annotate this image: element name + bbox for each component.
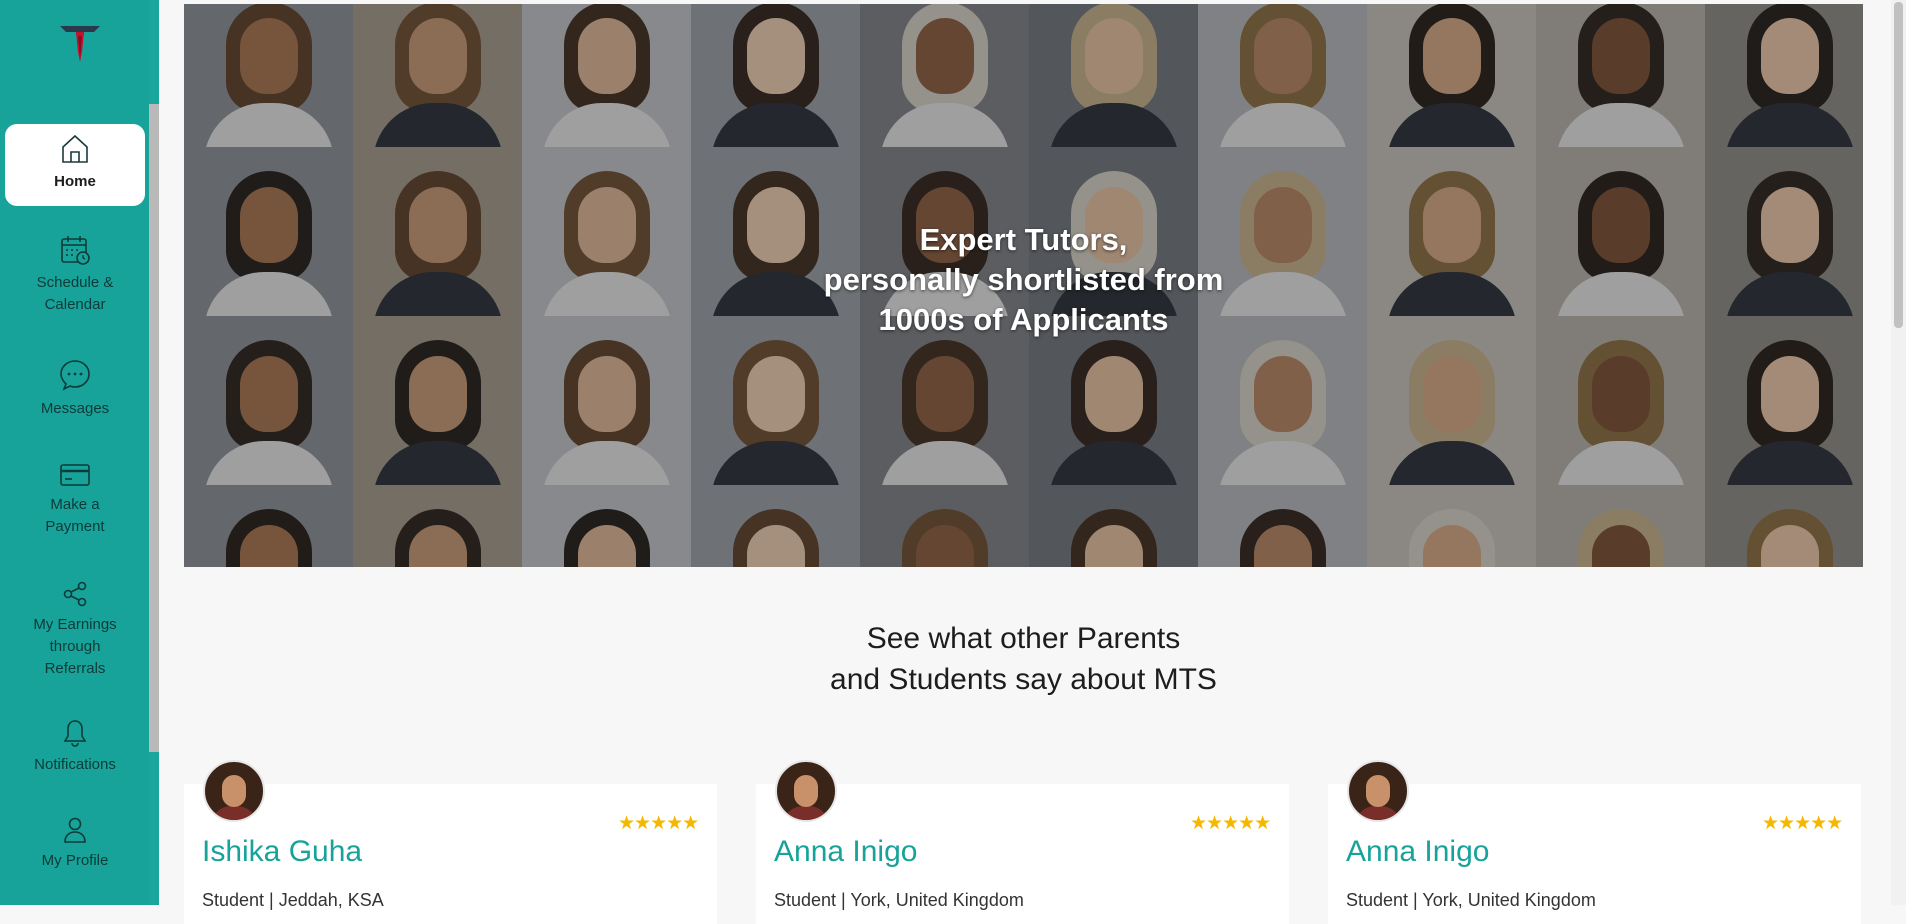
rating-stars: ★★★★★ <box>618 813 699 834</box>
hero-title-line: personally shortlisted from <box>823 262 1224 297</box>
bell-icon <box>63 720 87 747</box>
sidebar-item-notifications[interactable]: Notifications <box>5 718 145 776</box>
sidebar-item-schedule-calendar[interactable]: Schedule & Calendar <box>5 234 145 316</box>
hero-title-line: 1000s of Applicants <box>878 302 1169 337</box>
sidebar-item-label: Schedule & <box>36 274 114 291</box>
reviewer-avatar <box>203 760 265 822</box>
hero-title: Expert Tutors, personally shortlisted fr… <box>184 220 1863 340</box>
reviewer-avatar <box>775 760 837 822</box>
hero-title-line: Expert Tutors, <box>919 222 1128 257</box>
sidebar-item-label: Messages <box>40 400 110 417</box>
sidebar-item-label: Referrals <box>44 660 106 677</box>
testimonials-heading-line: See what other Parents <box>866 622 1181 655</box>
sidebar-item-make-payment[interactable]: Make a Payment <box>5 462 145 538</box>
sidebar-item-earnings-referrals[interactable]: My Earnings through Referrals <box>5 580 145 680</box>
sidebar: Home Schedule & Calendar Messages Make a <box>0 0 159 905</box>
hero-banner: Expert Tutors, personally shortlisted fr… <box>184 4 1863 567</box>
testimonials-heading-line: and Students say about MTS <box>830 663 1217 696</box>
share-icon <box>63 581 87 607</box>
sidebar-item-my-profile[interactable]: My Profile <box>5 816 145 872</box>
reviewer-name: Ishika Guha <box>202 835 363 868</box>
sidebar-item-label: Payment <box>45 518 105 535</box>
reviewer-role: Student | York, United Kingdom <box>774 890 1024 910</box>
reviewer-role: Student | Jeddah, KSA <box>202 890 384 910</box>
reviewer-avatar <box>1347 760 1409 822</box>
rating-stars: ★★★★★ <box>1762 813 1843 834</box>
reviewer-name: Anna Inigo <box>774 835 918 868</box>
home-icon <box>62 134 88 163</box>
sidebar-item-label: My Earnings <box>33 616 117 633</box>
rating-stars: ★★★★★ <box>1190 813 1271 834</box>
sidebar-item-home[interactable]: Home <box>5 124 145 206</box>
calendar-icon <box>61 236 90 265</box>
credit-card-icon <box>60 464 90 486</box>
reviewer-role: Student | York, United Kingdom <box>1346 890 1596 910</box>
sidebar-item-label: Calendar <box>44 296 106 313</box>
sidebar-item-label: Home <box>54 173 96 190</box>
sidebar-item-label: Make a <box>50 496 100 513</box>
brand-logo[interactable] <box>56 22 104 66</box>
testimonials-heading: See what other Parents and Students say … <box>184 618 1863 700</box>
message-icon <box>60 360 90 391</box>
sidebar-item-label: Notifications <box>34 756 116 773</box>
reviewer-name: Anna Inigo <box>1346 835 1490 868</box>
sidebar-item-messages[interactable]: Messages <box>5 358 145 420</box>
sidebar-item-label: through <box>49 638 101 655</box>
user-icon <box>64 817 86 843</box>
main-content: Expert Tutors, personally shortlisted fr… <box>159 0 1891 924</box>
page-scrollbar-thumb[interactable] <box>1894 2 1903 328</box>
sidebar-item-label: My Profile <box>41 852 109 869</box>
sidebar-scrollbar-thumb[interactable] <box>149 104 159 752</box>
